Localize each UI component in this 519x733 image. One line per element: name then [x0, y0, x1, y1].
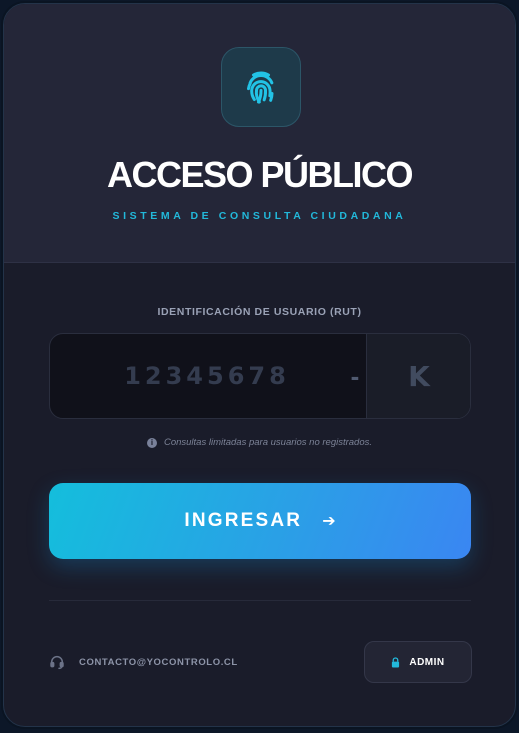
- rut-verifier-input[interactable]: K: [366, 334, 470, 418]
- headset-icon: [50, 656, 64, 670]
- info-note: i Consultas limitadas para usuarios no r…: [4, 437, 515, 448]
- page-subtitle: SISTEMA DE CONSULTA CIUDADANA: [112, 210, 407, 222]
- submit-button[interactable]: INGRESAR ➔: [49, 483, 471, 559]
- rut-number-input[interactable]: 12345678: [50, 334, 364, 418]
- login-card: ACCESO PÚBLICO SISTEMA DE CONSULTA CIUDA…: [3, 3, 516, 727]
- contact-link[interactable]: CONTACTO@YOCONTROLO.CL: [49, 654, 238, 670]
- page-title: ACCESO PÚBLICO: [106, 154, 414, 195]
- submit-button-label: INGRESAR: [184, 510, 303, 531]
- contact-email: CONTACTO@YOCONTROLO.CL: [79, 656, 238, 668]
- admin-button[interactable]: ADMIN: [364, 641, 472, 683]
- card-header: ACCESO PÚBLICO SISTEMA DE CONSULTA CIUDA…: [4, 4, 515, 263]
- info-icon: i: [146, 437, 157, 448]
- logo-badge: [221, 47, 301, 127]
- lock-icon: [392, 656, 400, 667]
- info-note-text: Consultas limitadas para usuarios no reg…: [163, 437, 373, 448]
- admin-button-label: ADMIN: [409, 656, 445, 668]
- arrow-right-icon: ➔: [322, 513, 336, 530]
- rut-input-group: 12345678 - K: [49, 333, 471, 419]
- footer-divider: [49, 600, 471, 601]
- fingerprint-icon: [247, 71, 274, 104]
- rut-field-label: IDENTIFICACIÓN DE USUARIO (RUT): [157, 306, 362, 318]
